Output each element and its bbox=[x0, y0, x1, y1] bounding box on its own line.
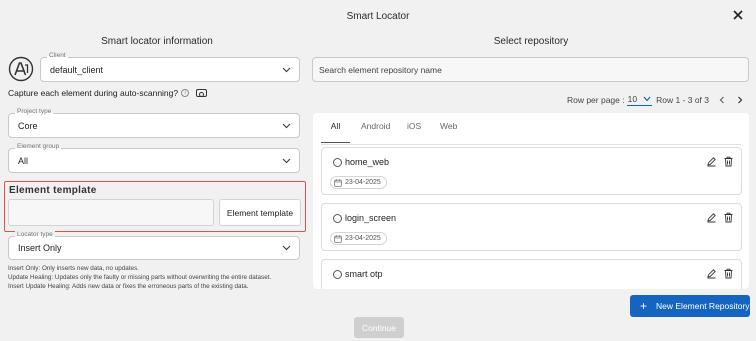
delete-icon[interactable] bbox=[723, 212, 734, 223]
calendar-icon bbox=[334, 234, 342, 243]
element-group-value: All bbox=[18, 155, 29, 166]
chevron-down-icon bbox=[282, 67, 291, 72]
element-group-select[interactable]: Element group All bbox=[8, 143, 300, 173]
continue-button[interactable]: Continue bbox=[354, 317, 404, 338]
element-template-input[interactable] bbox=[8, 199, 214, 226]
repository-card[interactable]: login_screen 23-04-2025 bbox=[321, 203, 742, 251]
pagination: Row per page : 10 Row 1 - 3 of 3 bbox=[567, 94, 745, 106]
chevron-down-icon bbox=[643, 96, 651, 102]
radio-button[interactable] bbox=[333, 158, 342, 167]
edit-icon[interactable] bbox=[706, 156, 717, 167]
chevron-right-icon[interactable] bbox=[735, 95, 745, 105]
plus-icon: + bbox=[640, 299, 648, 313]
platform-tabs: All Android iOS Web bbox=[321, 119, 460, 143]
tab-web[interactable]: Web bbox=[440, 119, 460, 143]
locator-type-select[interactable]: Locator type Insert Only bbox=[8, 231, 300, 260]
radio-button[interactable] bbox=[333, 270, 342, 279]
locator-type-notes: Insert Only: Only inserts new data, no u… bbox=[8, 264, 271, 291]
left-heading: Smart locator information bbox=[101, 36, 213, 47]
capture-label: Capture each element during auto-scannin… bbox=[8, 88, 179, 98]
repository-search-input[interactable]: Search element repository name bbox=[312, 57, 749, 82]
repository-name: smart otp bbox=[345, 269, 383, 279]
client-label: Client bbox=[47, 52, 68, 60]
locator-type-label: Locator type bbox=[15, 231, 55, 239]
row-range: Row 1 - 3 of 3 bbox=[656, 95, 709, 105]
tab-android[interactable]: Android bbox=[361, 119, 391, 143]
repository-name: home_web bbox=[345, 157, 390, 167]
element-template-title: Element template bbox=[9, 185, 97, 196]
chevron-down-icon bbox=[282, 123, 291, 128]
chevron-down-icon bbox=[282, 245, 291, 251]
rows-per-page-select[interactable]: 10 bbox=[626, 94, 653, 106]
search-placeholder: Search element repository name bbox=[319, 65, 442, 75]
project-type-select[interactable]: Project type Core bbox=[8, 108, 300, 138]
client-value: default_client bbox=[50, 64, 104, 75]
note-insert-only: Insert Only: Only inserts new data, no u… bbox=[8, 265, 139, 272]
close-icon[interactable] bbox=[732, 9, 744, 21]
repository-card[interactable]: home_web 23-04-2025 bbox=[321, 147, 742, 195]
element-group-label: Element group bbox=[15, 143, 62, 151]
repository-name: login_screen bbox=[345, 213, 397, 223]
delete-icon[interactable] bbox=[723, 268, 734, 279]
chevron-left-icon[interactable] bbox=[717, 95, 727, 105]
new-element-repository-label: New Element Repository bbox=[656, 301, 750, 311]
delete-icon[interactable] bbox=[723, 156, 734, 167]
date-chip: 23-04-2025 bbox=[330, 176, 387, 189]
project-type-value: Core bbox=[18, 120, 38, 131]
date-chip: 23-04-2025 bbox=[330, 232, 387, 245]
note-update-healing: Update Healing: Updates only the faulty … bbox=[8, 274, 272, 281]
note-insert-update-healing: Insert Update Healing: Adds new data or … bbox=[8, 283, 249, 290]
dialog-title: Smart Locator bbox=[346, 11, 410, 22]
edit-icon[interactable] bbox=[706, 268, 717, 279]
client-select[interactable]: Client default_client bbox=[40, 52, 300, 82]
repository-date: 23-04-2025 bbox=[345, 179, 381, 186]
locator-type-value: Insert Only bbox=[18, 243, 62, 253]
rows-per-page-value: 10 bbox=[627, 94, 638, 104]
repository-card[interactable]: smart otp bbox=[321, 259, 742, 289]
capture-toggle[interactable] bbox=[196, 89, 208, 97]
element-template-button[interactable]: Element template bbox=[219, 199, 301, 226]
repository-panel: All Android iOS Web home_web 23-04-2025 … bbox=[313, 113, 749, 289]
repository-date: 23-04-2025 bbox=[345, 235, 381, 242]
new-element-repository-button[interactable]: + New Element Repository bbox=[630, 295, 750, 317]
tab-ios[interactable]: iOS bbox=[407, 119, 421, 143]
capture-row: Capture each element during auto-scannin… bbox=[8, 88, 208, 98]
project-type-label: Project type bbox=[15, 108, 54, 116]
tab-all[interactable]: All bbox=[321, 119, 350, 143]
tab-divider bbox=[321, 144, 741, 145]
client-logo-icon bbox=[8, 56, 34, 82]
chevron-down-icon bbox=[282, 158, 291, 163]
right-heading: Select repository bbox=[493, 36, 569, 47]
info-icon[interactable]: i bbox=[181, 89, 190, 97]
calendar-icon bbox=[334, 178, 342, 187]
radio-button[interactable] bbox=[333, 214, 342, 223]
rows-per-page-label: Row per page : bbox=[566, 95, 625, 105]
edit-icon[interactable] bbox=[706, 212, 717, 223]
